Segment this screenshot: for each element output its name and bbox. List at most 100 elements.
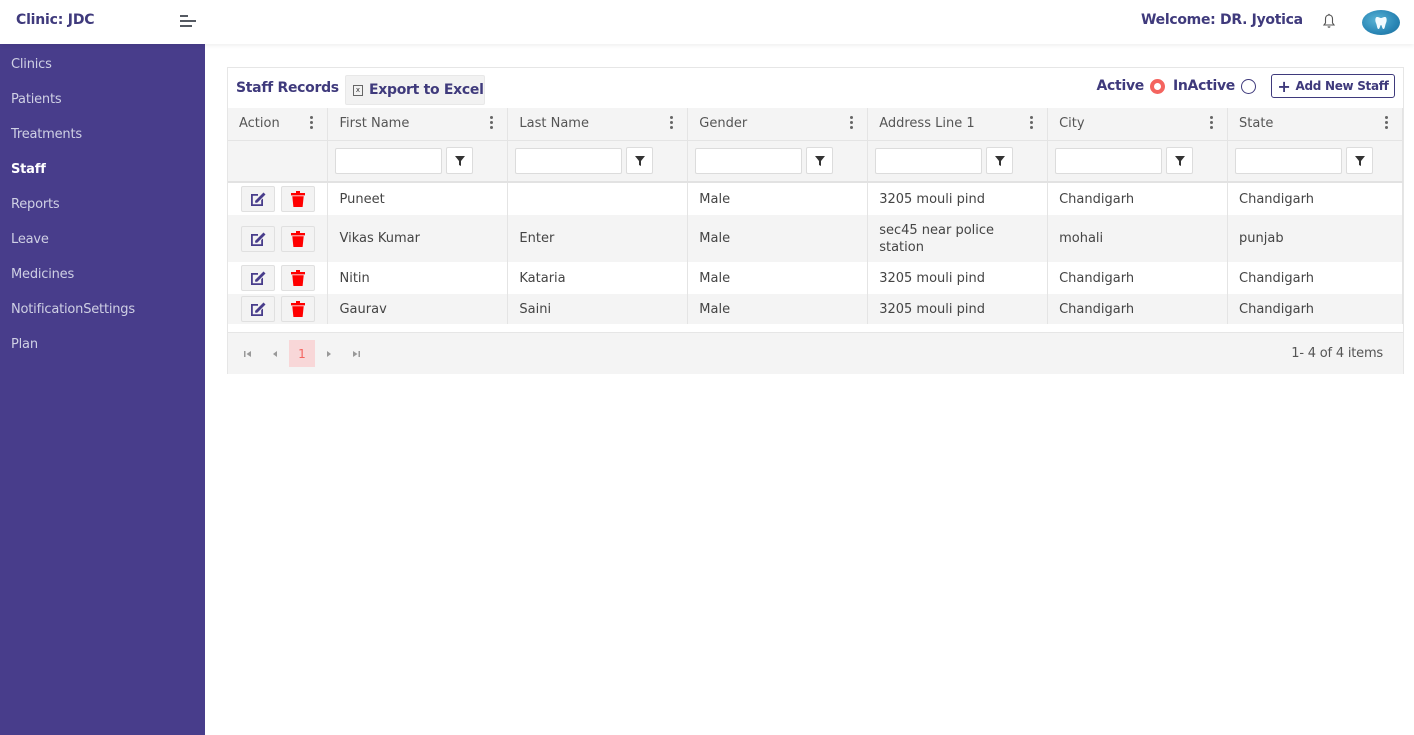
cell-address: 3205 mouli pind [867, 182, 1049, 215]
sidebar-item-staff[interactable]: Staff [0, 151, 205, 186]
column-menu-icon[interactable] [1385, 116, 1388, 130]
next-page-icon[interactable] [316, 340, 342, 367]
pager: 1 1- 4 of 4 items [228, 332, 1403, 374]
status-filter: Active InActive + Add New Staff [1097, 74, 1395, 98]
cell-city: mohali [1047, 215, 1229, 262]
filter-cell-city [1047, 139, 1229, 183]
column-header-city[interactable]: City [1047, 108, 1229, 140]
filter-icon [454, 155, 465, 166]
filter-row [228, 139, 1403, 183]
welcome-text: Welcome: DR. Jyotica [1141, 12, 1303, 28]
staff-records-card: Staff Records x Export to Excel Active I… [227, 67, 1404, 374]
edit-button[interactable] [241, 296, 275, 322]
filter-input-gender[interactable] [695, 147, 803, 174]
user-avatar[interactable] [1362, 10, 1400, 35]
action-cell [228, 182, 329, 215]
filter-input-last-name[interactable] [515, 147, 623, 174]
action-buttons [239, 265, 321, 291]
sidebar-item-patients[interactable]: Patients [0, 81, 205, 116]
cell-address: 3205 mouli pind [867, 294, 1049, 324]
filter-button-address[interactable] [986, 147, 1014, 175]
delete-button[interactable] [281, 265, 315, 291]
column-menu-icon[interactable] [1210, 116, 1214, 130]
filter-icon [634, 155, 645, 166]
table-row[interactable]: Vikas Kumar Enter Male sec45 near police st… [228, 215, 1403, 262]
bell-icon[interactable] [1322, 13, 1336, 29]
action-cell [228, 262, 329, 294]
top-bar: Clinic: JDC Welcome: DR. Jyotica [0, 0, 1414, 44]
filter-button-last-name[interactable] [626, 147, 654, 175]
table-row[interactable]: Puneet Male 3205 mouli pind Chandigarh Chand… [228, 182, 1403, 215]
filter-wrap [1235, 147, 1402, 175]
previous-page-icon[interactable] [262, 340, 288, 367]
sidebar-item-medicines[interactable]: Medicines [0, 256, 205, 291]
column-header-address[interactable]: Address Line 1 [867, 108, 1049, 140]
menu-toggle-icon[interactable] [180, 15, 196, 29]
column-header-gender[interactable]: Gender [687, 108, 869, 140]
filter-cell-last-name [507, 139, 689, 183]
edit-icon [251, 232, 266, 246]
edit-button[interactable] [241, 225, 275, 252]
header-row: Action First Name Last Name Gender Addre… [228, 108, 1403, 140]
filter-icon [814, 155, 825, 166]
card-header: Staff Records x Export to Excel Active I… [228, 68, 1403, 108]
cell-last: Kataria [507, 262, 689, 294]
cell-state: Chandigarh [1227, 294, 1403, 324]
table-row[interactable]: Gaurav Saini Male 3205 mouli pind Chandigarh… [228, 294, 1403, 324]
filter-input-first-name[interactable] [335, 147, 443, 174]
filter-wrap [1055, 147, 1227, 175]
filter-input-state[interactable] [1235, 147, 1343, 174]
inactive-label: InActive [1172, 78, 1235, 94]
filter-button-first-name[interactable] [446, 147, 474, 175]
filter-input-city[interactable] [1055, 147, 1163, 174]
trash-icon [291, 191, 305, 207]
column-header-first-name[interactable]: First Name [327, 108, 509, 140]
export-label: Export to Excel [369, 82, 484, 98]
filter-icon [1174, 155, 1185, 166]
sidebar-item-notification-settings[interactable]: NotificationSettings [0, 291, 205, 326]
page-1-button[interactable]: 1 [289, 340, 315, 367]
table-row[interactable]: Nitin Kataria Male 3205 mouli pind Chandigar… [228, 262, 1403, 294]
column-menu-icon[interactable] [1030, 116, 1034, 130]
column-menu-icon[interactable] [310, 116, 314, 130]
export-to-excel-button[interactable]: x Export to Excel [345, 75, 485, 105]
column-menu-icon[interactable] [850, 116, 854, 130]
cell-first: Gaurav [327, 294, 509, 324]
sidebar-item-treatments[interactable]: Treatments [0, 116, 205, 151]
delete-button[interactable] [281, 225, 315, 252]
filter-button-state[interactable] [1346, 147, 1374, 175]
inactive-radio[interactable] [1241, 78, 1256, 94]
column-header-action[interactable]: Action [228, 108, 329, 140]
edit-icon [251, 271, 266, 285]
sidebar-item-plan[interactable]: Plan [0, 326, 205, 361]
delete-button[interactable] [281, 296, 315, 322]
filter-input-address[interactable] [875, 147, 983, 174]
filter-cell-action [228, 139, 329, 183]
cell-gender: Male [687, 215, 869, 262]
action-buttons [239, 186, 321, 212]
column-header-state[interactable]: State [1227, 108, 1403, 140]
column-menu-icon[interactable] [670, 116, 674, 130]
edit-button[interactable] [241, 265, 275, 291]
excel-icon: x [353, 84, 363, 96]
column-header-last-name[interactable]: Last Name [507, 108, 689, 140]
column-title: Last Name [519, 116, 589, 132]
add-label: Add New Staff [1295, 79, 1389, 93]
active-radio[interactable] [1149, 78, 1165, 94]
sidebar-item-leave[interactable]: Leave [0, 221, 205, 256]
filter-button-city[interactable] [1166, 147, 1194, 175]
column-title: City [1059, 116, 1085, 132]
column-title: State [1239, 116, 1274, 132]
action-cell [228, 215, 329, 262]
last-page-icon[interactable] [343, 340, 369, 367]
cell-first: Puneet [327, 182, 509, 215]
edit-button[interactable] [241, 186, 275, 212]
first-page-icon[interactable] [235, 340, 261, 367]
sidebar-item-reports[interactable]: Reports [0, 186, 205, 221]
sidebar-item-clinics[interactable]: Clinics [0, 46, 205, 81]
delete-button[interactable] [281, 186, 315, 212]
grid-body: Puneet Male 3205 mouli pind Chandigarh Chand… [228, 182, 1403, 324]
filter-button-gender[interactable] [806, 147, 834, 175]
add-new-staff-button[interactable]: + Add New Staff [1271, 74, 1395, 98]
column-menu-icon[interactable] [490, 116, 494, 130]
